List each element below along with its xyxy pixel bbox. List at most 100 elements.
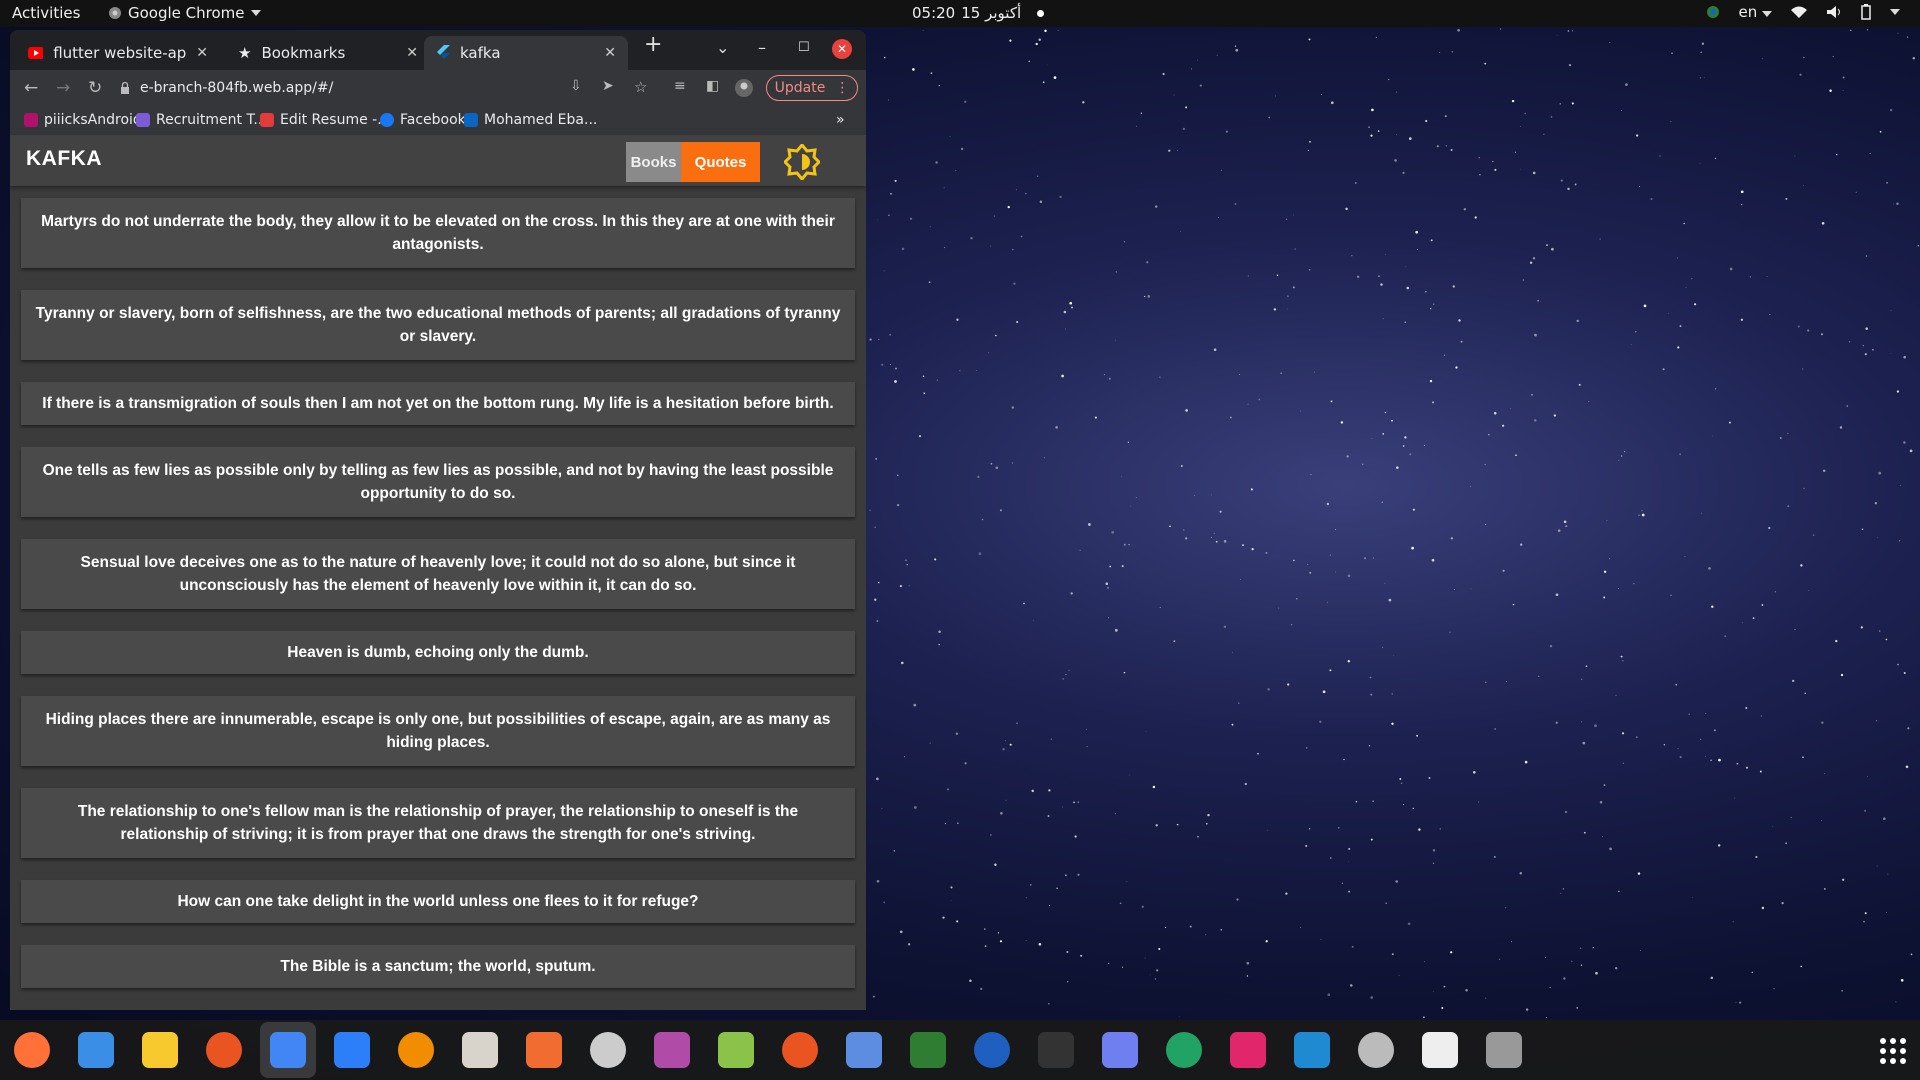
- tab-strip: flutter website-app ✕ ★ Bookmarks ✕ kafk…: [10, 30, 866, 70]
- android-icon[interactable]: [716, 1030, 756, 1070]
- disk-icon[interactable]: [1484, 1030, 1524, 1070]
- wifi-icon: [1791, 6, 1807, 18]
- tab-title: kafka: [460, 44, 501, 62]
- forward-arrow-icon[interactable]: →: [56, 78, 70, 98]
- reading-list-icon[interactable]: ≡: [674, 78, 686, 94]
- document-viewer-icon-glyph: [590, 1032, 626, 1068]
- todo-icon[interactable]: [844, 1030, 884, 1070]
- quote-card: Martyrs do not underrate the body, they …: [21, 198, 855, 268]
- tab-search-chevron-icon[interactable]: ⌄: [716, 38, 729, 57]
- bookmark-item[interactable]: Mohamed Eba...: [464, 112, 597, 128]
- close-tab-icon[interactable]: ✕: [604, 45, 616, 61]
- firefox-icon[interactable]: [12, 1030, 52, 1070]
- quote-card: If there is a transmigration of souls th…: [21, 382, 855, 425]
- files-icon[interactable]: [460, 1030, 500, 1070]
- disk-icon-glyph: [1486, 1032, 1522, 1068]
- new-tab-button[interactable]: +: [644, 32, 662, 57]
- ubuntu-icon[interactable]: [780, 1030, 820, 1070]
- vlc-icon[interactable]: [396, 1030, 436, 1070]
- web-page: KAFKA Books Quotes Martyrs do not underr…: [10, 136, 866, 1010]
- tab-flutter-website[interactable]: flutter website-app ✕: [16, 36, 220, 70]
- install-app-icon[interactable]: ⇩: [570, 78, 582, 94]
- close-tab-icon[interactable]: ✕: [406, 45, 418, 61]
- app-menu[interactable]: Google Chrome: [108, 4, 261, 22]
- power-menu-chevron-icon[interactable]: [1890, 9, 1900, 15]
- app-store-icon-glyph: [334, 1032, 370, 1068]
- theme-toggle-icon[interactable]: [784, 144, 820, 180]
- terminal-icon-glyph: [1038, 1032, 1074, 1068]
- system-top-bar: Activities Google Chrome 05:20 15 أكتوبر…: [0, 0, 1920, 27]
- close-window-button[interactable]: ✕: [832, 39, 852, 59]
- thunderbird-icon-glyph: [78, 1032, 114, 1068]
- quote-card: Sensual love deceives one as to the natu…: [21, 539, 855, 609]
- bookmark-star-icon[interactable]: ☆: [634, 78, 647, 96]
- quotes-button[interactable]: Quotes: [681, 142, 760, 182]
- globe-tray-icon: [1707, 6, 1720, 18]
- quote-card: One tells as few lies as possible only b…: [21, 447, 855, 517]
- chrome-icon[interactable]: [260, 1022, 316, 1078]
- software-center-icon[interactable]: [204, 1030, 244, 1070]
- chrome-window: flutter website-app ✕ ★ Bookmarks ✕ kafk…: [10, 30, 866, 1010]
- bookmark-favicon-icon: [136, 113, 150, 127]
- screenshot-icon[interactable]: [1100, 1030, 1140, 1070]
- show-applications-grid-icon[interactable]: [1880, 1038, 1906, 1064]
- bookmarks-overflow-button[interactable]: »: [836, 112, 845, 128]
- document-viewer-icon[interactable]: [588, 1030, 628, 1070]
- globe-icon[interactable]: [908, 1030, 948, 1070]
- back-arrow-icon[interactable]: ←: [24, 78, 38, 98]
- bookmark-item[interactable]: piiicksAndroid: [24, 112, 142, 128]
- language-indicator[interactable]: en: [1738, 3, 1772, 21]
- bookmark-item[interactable]: Facebook: [380, 112, 466, 128]
- update-label: Update: [774, 80, 826, 96]
- update-button[interactable]: Update ⋮: [766, 75, 858, 101]
- calc-icon[interactable]: [1164, 1030, 1204, 1070]
- side-panel-icon[interactable]: ◧: [706, 78, 719, 94]
- bookmark-label: piiicksAndroid: [44, 112, 142, 128]
- youtube-icon: [28, 47, 44, 59]
- activities-button[interactable]: Activities: [12, 4, 80, 22]
- bookmark-item[interactable]: Recruitment T...: [136, 112, 267, 128]
- flutter-icon: [437, 45, 450, 59]
- volume-icon: [1827, 6, 1840, 18]
- tab-title: Bookmarks: [261, 44, 346, 62]
- ubuntu-icon-glyph: [782, 1032, 818, 1068]
- quote-card: How can one take delight in the world un…: [21, 880, 855, 923]
- thunderbird-icon[interactable]: [76, 1030, 116, 1070]
- app-store-icon[interactable]: [332, 1030, 372, 1070]
- quote-card: Tyranny or slavery, born of selfishness,…: [21, 290, 855, 360]
- vlc-icon-glyph: [398, 1032, 434, 1068]
- linkedin-icon: [464, 113, 478, 127]
- video-icon-glyph: [654, 1032, 690, 1068]
- tab-kafka[interactable]: kafka ✕: [424, 36, 628, 70]
- system-tray[interactable]: en: [1706, 3, 1900, 21]
- pen-icon[interactable]: [524, 1030, 564, 1070]
- profile-avatar-icon[interactable]: [734, 78, 754, 98]
- close-tab-icon[interactable]: ✕: [196, 45, 208, 61]
- video-icon[interactable]: [652, 1030, 692, 1070]
- browser-toolbar: ← → ↻ e-branch-804fb.web.app/#/ ⇩ ➤ ☆ ≡ …: [10, 70, 866, 106]
- reload-icon[interactable]: ↻: [88, 78, 102, 98]
- maximize-button[interactable]: ☐: [798, 40, 810, 55]
- share-icon[interactable]: ➤: [602, 78, 614, 94]
- writer-icon[interactable]: [972, 1030, 1012, 1070]
- bookmark-item[interactable]: Edit Resume -...: [260, 112, 391, 128]
- android-icon-glyph: [718, 1032, 754, 1068]
- dock: [0, 1020, 1920, 1080]
- terminal-icon[interactable]: [1036, 1030, 1076, 1070]
- clock[interactable]: 05:20 15 أكتوبر: [912, 4, 1045, 22]
- tab-bookmarks[interactable]: ★ Bookmarks ✕: [226, 36, 430, 70]
- updater-icon[interactable]: [1356, 1030, 1396, 1070]
- notification-dot-icon: [1037, 9, 1045, 17]
- pen-icon-glyph: [526, 1032, 562, 1068]
- vscode-icon[interactable]: [1292, 1030, 1332, 1070]
- rhythmbox-icon[interactable]: [140, 1030, 180, 1070]
- intellij-icon[interactable]: [1228, 1030, 1268, 1070]
- globe-icon-glyph: [910, 1032, 946, 1068]
- bookmark-favicon-icon: [24, 113, 38, 127]
- intellij-icon-glyph: [1230, 1032, 1266, 1068]
- books-button[interactable]: Books: [626, 142, 681, 182]
- bookmark-favicon-icon: [260, 113, 274, 127]
- minimize-button[interactable]: –: [758, 38, 766, 57]
- device-icon[interactable]: [1420, 1030, 1460, 1070]
- battery-icon: [1861, 4, 1871, 20]
